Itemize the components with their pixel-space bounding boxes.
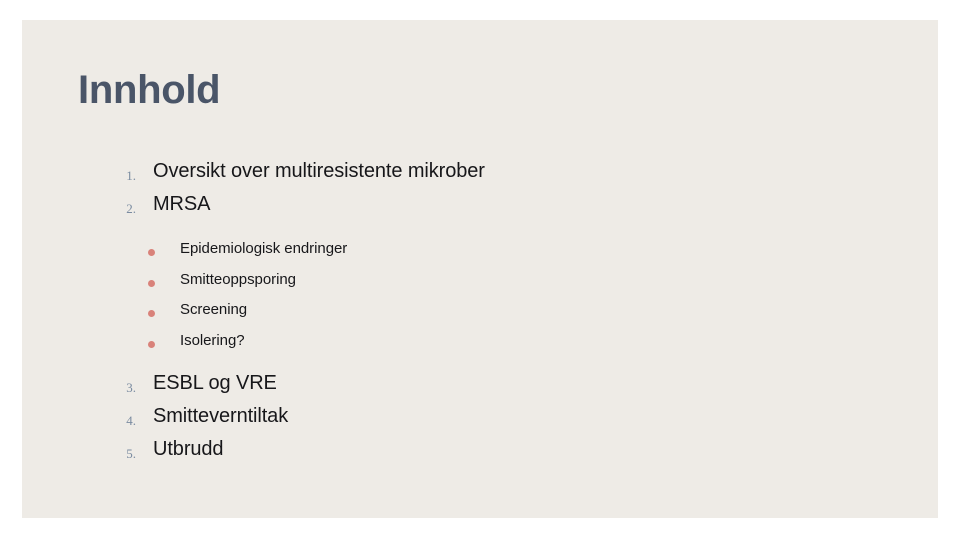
outline-item-4[interactable]: 4. Smitteverntiltak (22, 405, 938, 438)
outline-item-number: 1. (126, 168, 136, 183)
outline-subitem-1[interactable]: Epidemiologisk endringer (22, 238, 938, 269)
outline-item-label: Utbrudd (153, 438, 224, 460)
outline-item-5[interactable]: 5. Utbrudd (22, 438, 938, 471)
outline-item-3[interactable]: 3. ESBL og VRE (22, 372, 938, 405)
outline-subitem-3[interactable]: Screening (22, 299, 938, 330)
outline-item-number: 3. (126, 380, 136, 395)
bullet-dot-icon (148, 249, 155, 256)
outline-item-number: 4. (126, 413, 136, 428)
outline-spacer (22, 360, 938, 372)
page-title: Innhold (78, 68, 221, 112)
bullet-dot-icon (148, 310, 155, 317)
outline-subitem-label: Screening (180, 301, 248, 318)
outline-item-label: Smitteverntiltak (153, 405, 289, 427)
bullet-dot-icon (148, 340, 155, 348)
slide-canvas: Innhold 1. Oversikt over multiresistente… (22, 20, 938, 518)
outline-item-label: Oversikt over multiresistente mikrober (153, 160, 485, 182)
outline-subitem-label: Epidemiologisk endringer (180, 240, 348, 257)
outline-subitem-label: Isolering? (180, 331, 245, 349)
bullet-dot-icon (148, 279, 155, 287)
outline-item-1[interactable]: 1. Oversikt over multiresistente mikrobe… (22, 160, 938, 193)
outline-subitem-label: Smitteoppsporing (180, 270, 296, 288)
outline-item-label: MRSA (153, 193, 211, 215)
outline-subitem-4[interactable]: Isolering? (22, 330, 938, 361)
outline-item-number: 2. (126, 201, 136, 216)
outline-item-2[interactable]: 2. MRSA (22, 193, 938, 226)
outline-spacer (22, 226, 938, 238)
outline-subitem-2[interactable]: Smitteoppsporing (22, 269, 938, 300)
outline-item-number: 5. (126, 446, 136, 461)
outline-item-label: ESBL og VRE (153, 372, 277, 394)
outline-list: 1. Oversikt over multiresistente mikrobe… (22, 160, 938, 471)
